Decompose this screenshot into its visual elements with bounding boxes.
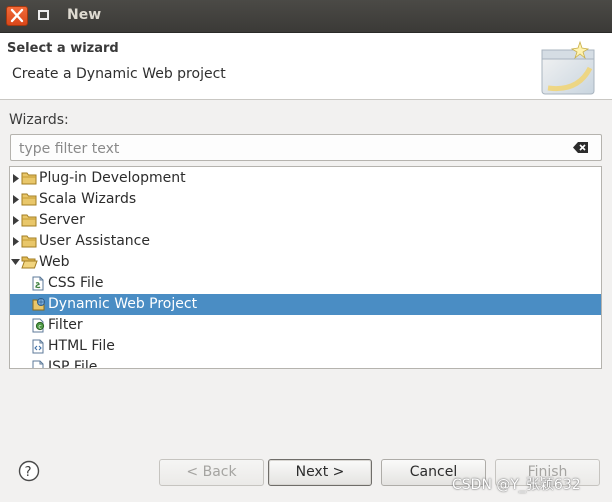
tree-item-html-file[interactable]: HTML File [10, 336, 601, 357]
tree-item-label: Server [39, 212, 85, 228]
tree-item-label: JSP File [48, 359, 98, 369]
maximize-window-button[interactable] [33, 6, 55, 26]
wizards-label: Wizards: [9, 112, 69, 128]
tree-item-label: HTML File [48, 338, 115, 354]
tree-item-web[interactable]: Web [10, 252, 601, 273]
tree-item-server[interactable]: Server [10, 210, 601, 231]
folder-icon [21, 214, 37, 227]
tree-item-scala-wizards[interactable]: Scala Wizards [10, 189, 601, 210]
back-button[interactable]: < Back [159, 459, 264, 486]
tree-item-label: Plug-in Development [39, 170, 186, 186]
html-file-icon [32, 339, 44, 354]
folder-icon [21, 235, 37, 248]
next-button[interactable]: Next > [268, 459, 372, 486]
tree-item-label: Web [39, 254, 70, 270]
tree-item-plugin-development[interactable]: Plug-in Development [10, 168, 601, 189]
filter-icon: c [32, 318, 45, 333]
tree-item-user-assistance[interactable]: User Assistance [10, 231, 601, 252]
maximize-icon [38, 10, 49, 20]
wizard-tree[interactable]: Plug-in Development Scala Wizards Server… [9, 166, 602, 369]
tree-item-filter[interactable]: c Filter [10, 315, 601, 336]
folder-open-icon [21, 256, 38, 269]
tree-item-label: Dynamic Web Project [48, 296, 198, 312]
svg-text:c: c [38, 324, 41, 331]
filter-box [10, 134, 602, 161]
web-project-icon [32, 298, 45, 311]
clear-filter-icon[interactable] [573, 141, 589, 154]
tree-item-css-file[interactable]: CSS File [10, 273, 601, 294]
wizard-heading: Select a wizard [7, 41, 119, 56]
window-titlebar: New [0, 0, 612, 33]
folder-icon [21, 172, 37, 185]
wizard-filter-input[interactable] [17, 137, 561, 160]
close-icon [10, 8, 24, 23]
tree-item-label: User Assistance [39, 233, 150, 249]
collapse-arrow-icon[interactable] [11, 259, 20, 265]
expand-arrow-icon[interactable] [13, 195, 19, 204]
tree-item-dynamic-web-project[interactable]: Dynamic Web Project [10, 294, 601, 315]
jsp-file-icon [32, 360, 44, 368]
svg-text:?: ? [25, 465, 32, 480]
css-file-icon [32, 276, 44, 291]
help-icon[interactable]: ? [18, 460, 40, 482]
expand-arrow-icon[interactable] [13, 174, 19, 183]
expand-arrow-icon[interactable] [13, 216, 19, 225]
new-wizard-banner-icon [541, 40, 595, 95]
close-window-button[interactable] [6, 6, 28, 26]
tree-item-label: CSS File [48, 275, 104, 291]
wizard-header: Select a wizard Create a Dynamic Web pro… [0, 33, 612, 100]
expand-arrow-icon[interactable] [13, 237, 19, 246]
folder-icon [21, 193, 37, 206]
tree-item-label: Scala Wizards [39, 191, 137, 207]
window-title: New [67, 7, 102, 23]
wizard-description: Create a Dynamic Web project [12, 66, 226, 82]
tree-item-jsp-file[interactable]: JSP File [10, 357, 601, 369]
tree-item-label: Filter [48, 317, 83, 333]
csdn-watermark: CSDN @Y_张颖632 [452, 477, 581, 493]
